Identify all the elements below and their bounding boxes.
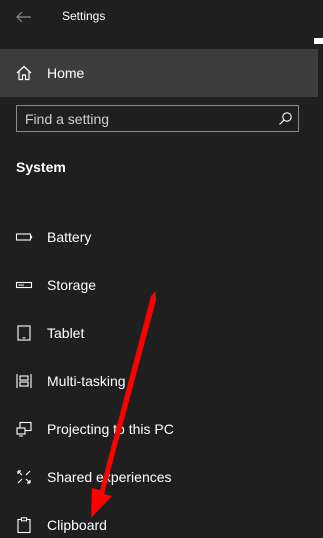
sidebar-item-tablet[interactable]: Tablet xyxy=(0,313,318,353)
nav-home-label: Home xyxy=(47,65,85,81)
search-box[interactable] xyxy=(16,105,299,132)
search-icon[interactable] xyxy=(278,111,293,126)
back-button[interactable] xyxy=(10,4,38,30)
sidebar-item-label: Projecting to this PC xyxy=(47,421,174,437)
section-heading-system: System xyxy=(16,159,66,175)
storage-icon xyxy=(15,281,33,289)
shared-experiences-icon xyxy=(17,470,31,484)
sidebar-item-battery[interactable]: Battery xyxy=(0,217,318,257)
nav-home[interactable]: Home xyxy=(0,49,318,97)
sidebar-item-label: Battery xyxy=(47,229,92,245)
scrollbar-thumb[interactable] xyxy=(314,38,323,44)
sidebar-item-label: Tablet xyxy=(47,325,85,341)
back-arrow-icon xyxy=(16,11,31,23)
window-title: Settings xyxy=(62,9,106,23)
clipboard-icon xyxy=(17,517,31,534)
title-bar: Settings xyxy=(0,0,323,34)
search-input[interactable] xyxy=(25,106,275,131)
sidebar-item-clipboard[interactable]: Clipboard xyxy=(0,505,318,538)
sidebar-item-label: Storage xyxy=(47,277,97,293)
sidebar-item-storage[interactable]: Storage xyxy=(0,265,318,305)
multitasking-icon xyxy=(16,374,32,388)
battery-icon xyxy=(15,233,33,241)
sidebar-item-label: Clipboard xyxy=(47,517,107,533)
tablet-icon xyxy=(17,325,31,341)
sidebar-item-shared-experiences[interactable]: Shared experiences xyxy=(0,457,318,497)
sidebar-item-label: Multi-tasking xyxy=(47,373,126,389)
sidebar-item-projecting[interactable]: Projecting to this PC xyxy=(0,409,318,449)
home-icon xyxy=(16,65,32,81)
sidebar-item-label: Shared experiences xyxy=(47,469,172,485)
projecting-icon xyxy=(16,421,32,437)
sidebar-item-multitasking[interactable]: Multi-tasking xyxy=(0,361,318,401)
settings-window: Settings Home System Battery Storage xyxy=(0,0,323,538)
